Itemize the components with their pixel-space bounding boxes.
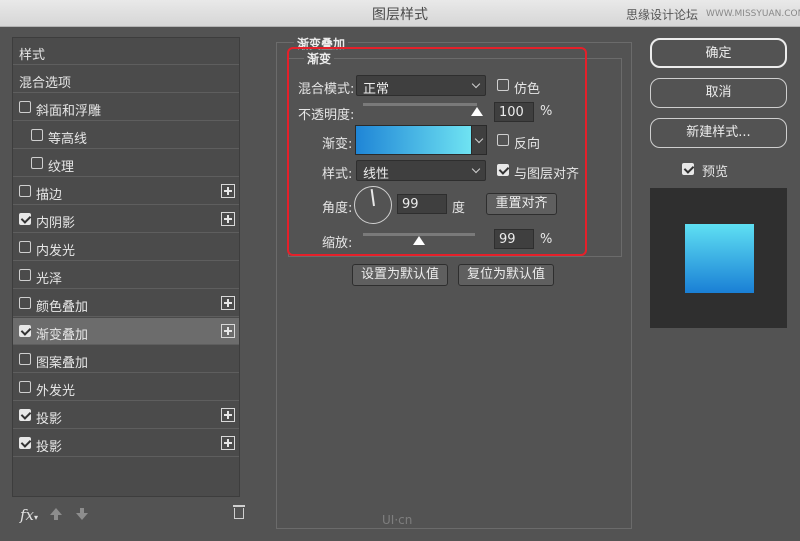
style-list-item-label: 混合选项 bbox=[19, 76, 72, 91]
style-checkbox[interactable] bbox=[19, 325, 31, 337]
highlight-annotation bbox=[287, 47, 587, 256]
style-list-item[interactable]: 混合选项 bbox=[13, 66, 239, 93]
watermark-site: 思缘设计论坛 bbox=[626, 8, 699, 22]
style-list-item[interactable]: 图案叠加 bbox=[13, 346, 239, 373]
style-checkbox[interactable] bbox=[19, 353, 31, 365]
style-list-item[interactable]: 纹理 bbox=[13, 150, 239, 177]
style-list-item-label: 渐变叠加 bbox=[36, 328, 89, 343]
add-effect-icon[interactable] bbox=[221, 212, 235, 226]
style-list-item[interactable]: 光泽 bbox=[13, 262, 239, 289]
style-list-item-label: 投影 bbox=[36, 412, 63, 427]
ok-button[interactable]: 确定 bbox=[650, 38, 787, 68]
style-list-item-label: 纹理 bbox=[48, 160, 75, 175]
fx-button[interactable]: fx▾ bbox=[20, 506, 38, 524]
style-list-item-label: 投影 bbox=[36, 440, 63, 455]
reset-to-default-button[interactable]: 复位为默认值 bbox=[458, 264, 554, 286]
style-list-item-label: 光泽 bbox=[36, 272, 63, 287]
trash-icon[interactable] bbox=[233, 505, 245, 519]
style-list-item[interactable]: 渐变叠加 bbox=[13, 318, 239, 345]
style-checkbox[interactable] bbox=[19, 213, 31, 225]
style-list-item[interactable]: 描边 bbox=[13, 178, 239, 205]
new-style-button[interactable]: 新建样式... bbox=[650, 118, 787, 148]
style-list-item[interactable]: 等高线 bbox=[13, 122, 239, 149]
move-up-icon[interactable] bbox=[50, 508, 62, 520]
style-list-item-label: 颜色叠加 bbox=[36, 300, 89, 315]
style-checkbox[interactable] bbox=[19, 297, 31, 309]
watermark-url: WWW.MISSYUAN.COM bbox=[706, 9, 800, 19]
style-list-item-label: 内阴影 bbox=[36, 216, 76, 231]
style-list-item[interactable]: 外发光 bbox=[13, 374, 239, 401]
style-list: 样式混合选项斜面和浮雕等高线纹理描边内阴影内发光光泽颜色叠加渐变叠加图案叠加外发… bbox=[12, 37, 240, 497]
style-list-item-label: 外发光 bbox=[36, 384, 76, 399]
style-list-item-label: 描边 bbox=[36, 188, 63, 203]
preview-swatch bbox=[685, 224, 754, 293]
style-list-item-label: 等高线 bbox=[48, 132, 88, 147]
style-checkbox[interactable] bbox=[19, 241, 31, 253]
add-effect-icon[interactable] bbox=[221, 408, 235, 422]
add-effect-icon[interactable] bbox=[221, 436, 235, 450]
make-default-button[interactable]: 设置为默认值 bbox=[352, 264, 448, 286]
style-checkbox[interactable] bbox=[31, 129, 43, 141]
style-list-item[interactable]: 投影 bbox=[13, 402, 239, 429]
style-list-item-label: 图案叠加 bbox=[36, 356, 89, 371]
style-list-item[interactable]: 内发光 bbox=[13, 234, 239, 261]
style-checkbox[interactable] bbox=[19, 101, 31, 113]
style-checkbox[interactable] bbox=[31, 157, 43, 169]
style-list-item[interactable]: 内阴影 bbox=[13, 206, 239, 233]
add-effect-icon[interactable] bbox=[221, 324, 235, 338]
style-checkbox[interactable] bbox=[19, 437, 31, 449]
title-bar: 图层样式 思缘设计论坛 WWW.MISSYUAN.COM bbox=[0, 0, 800, 27]
style-checkbox[interactable] bbox=[19, 381, 31, 393]
add-effect-icon[interactable] bbox=[221, 184, 235, 198]
style-list-toolbar: fx▾ bbox=[12, 504, 245, 528]
style-list-item-label: 斜面和浮雕 bbox=[36, 104, 102, 119]
move-down-icon[interactable] bbox=[76, 508, 88, 520]
style-list-item[interactable]: 颜色叠加 bbox=[13, 290, 239, 317]
style-list-item[interactable]: 样式 bbox=[13, 38, 239, 65]
style-list-item-label: 样式 bbox=[19, 48, 46, 63]
style-list-item[interactable]: 斜面和浮雕 bbox=[13, 94, 239, 121]
style-checkbox[interactable] bbox=[19, 185, 31, 197]
style-checkbox[interactable] bbox=[19, 269, 31, 281]
style-list-item-label: 内发光 bbox=[36, 244, 76, 259]
add-effect-icon[interactable] bbox=[221, 296, 235, 310]
bottom-watermark: UI·cn bbox=[382, 513, 413, 527]
preview-area bbox=[650, 188, 787, 328]
style-checkbox[interactable] bbox=[19, 409, 31, 421]
style-list-item[interactable]: 投影 bbox=[13, 430, 239, 457]
preview-label: 预览 bbox=[702, 165, 729, 180]
preview-checkbox[interactable] bbox=[682, 163, 694, 175]
cancel-button[interactable]: 取消 bbox=[650, 78, 787, 108]
